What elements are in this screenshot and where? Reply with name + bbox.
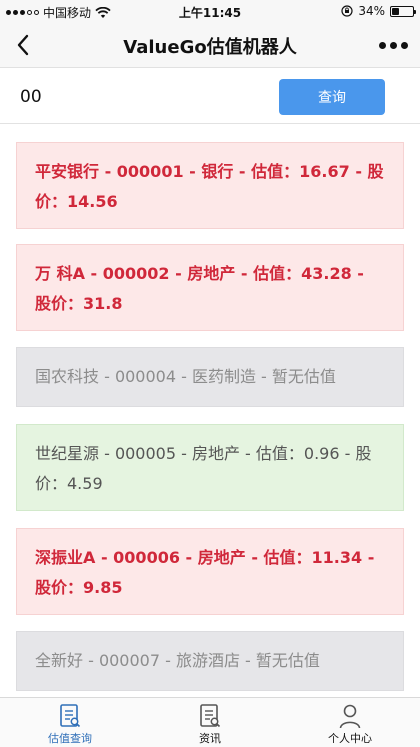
result-text: 平安银行 - 000001 - 银行 - 估值：16.67 - 股价：14.56 <box>35 162 384 211</box>
query-button[interactable]: 查询 <box>279 79 385 115</box>
result-card[interactable]: 深振业A - 000006 - 房地产 - 估值：11.34 - 股价：9.85 <box>16 528 404 615</box>
result-text: 国农科技 - 000004 - 医药制造 - 暂无估值 <box>35 367 336 386</box>
user-icon <box>339 704 361 729</box>
nav-bar: ValueGo估值机器人 <box>0 22 420 68</box>
tab-label: 资讯 <box>199 732 221 745</box>
status-right: 34% <box>341 4 416 18</box>
tab-valuation[interactable]: 估值查询 <box>0 698 140 747</box>
status-bar: 中国移动 上午11:45 34% <box>0 0 420 22</box>
tab-label: 估值查询 <box>48 732 92 745</box>
search-row: 查询 <box>0 68 420 124</box>
more-dots-icon <box>378 41 386 49</box>
results-list: 平安银行 - 000001 - 银行 - 估值：16.67 - 股价：14.56… <box>0 124 420 697</box>
page-title: ValueGo估值机器人 <box>123 37 297 58</box>
tab-bar: 估值查询 资讯 个人中心 <box>0 697 420 747</box>
battery-icon <box>390 5 416 17</box>
news-doc-icon <box>200 704 221 728</box>
result-text: 深振业A - 000006 - 房地产 - 估值：11.34 - 股价：9.85 <box>35 548 375 597</box>
tab-profile[interactable]: 个人中心 <box>280 698 420 747</box>
orientation-lock-icon <box>341 5 353 17</box>
result-card[interactable]: 国农科技 - 000004 - 医药制造 - 暂无估值 <box>16 347 404 407</box>
more-button[interactable] <box>376 34 410 56</box>
result-card[interactable]: 万 科A - 000002 - 房地产 - 估值：43.28 - 股价：31.8 <box>16 244 404 331</box>
tab-news[interactable]: 资讯 <box>140 698 280 747</box>
result-text: 全新好 - 000007 - 旅游酒店 - 暂无估值 <box>35 651 320 670</box>
battery-percent: 34% <box>358 4 385 18</box>
battery-fill <box>392 7 399 15</box>
result-card[interactable]: 全新好 - 000007 - 旅游酒店 - 暂无估值 <box>16 631 404 691</box>
tab-label: 个人中心 <box>328 732 372 745</box>
result-card[interactable]: 世纪星源 - 000005 - 房地产 - 估值：0.96 - 股价：4.59 <box>16 424 404 511</box>
result-card[interactable]: 平安银行 - 000001 - 银行 - 估值：16.67 - 股价：14.56 <box>16 142 404 229</box>
result-text: 万 科A - 000002 - 房地产 - 估值：43.28 - 股价：31.8 <box>35 264 364 313</box>
valuation-doc-icon <box>60 704 81 728</box>
result-text: 世纪星源 - 000005 - 房地产 - 估值：0.96 - 股价：4.59 <box>35 444 372 493</box>
search-input[interactable] <box>20 82 260 112</box>
